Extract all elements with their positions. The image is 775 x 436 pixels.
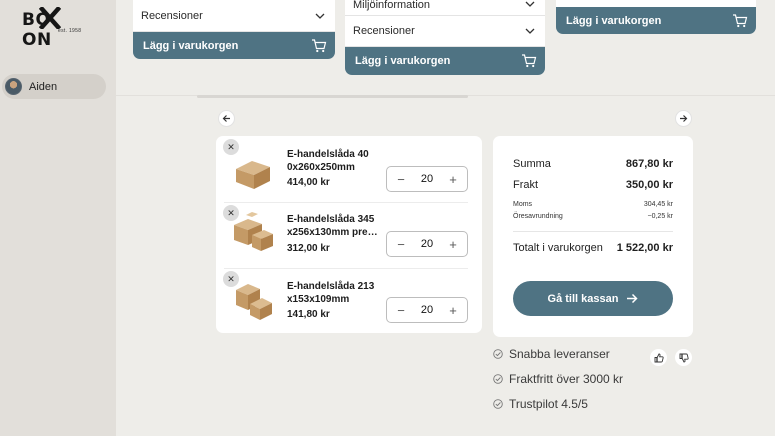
reviews-dropdown-label: Recensioner bbox=[141, 9, 203, 22]
order-summary-panel: Summa 867,80 kr Frakt 350,00 kr Moms 304… bbox=[493, 136, 693, 337]
quantity-value[interactable]: 20 bbox=[421, 304, 433, 316]
summary-vat-row: Moms 304,45 kr bbox=[513, 201, 673, 208]
total-value: 1 522,00 kr bbox=[616, 242, 673, 254]
usp-text: Trustpilot 4.5/5 bbox=[509, 397, 588, 411]
usp-item: Trustpilot 4.5/5 bbox=[493, 397, 588, 411]
cart-icon bbox=[733, 13, 748, 27]
cart-item: ✕ E-handelslåda 213 x153x109mm 141,80 kr… bbox=[216, 268, 482, 333]
summary-total-row: Totalt i varukorgen 1 522,00 kr bbox=[513, 242, 673, 254]
brand-logo[interactable]: BOON est. 1958 bbox=[22, 7, 86, 50]
usp-item: Fraktfritt över 3000 kr bbox=[493, 372, 623, 386]
product-image bbox=[236, 161, 270, 189]
thumbs-up-button[interactable] bbox=[650, 349, 667, 366]
check-circle-icon bbox=[493, 374, 503, 384]
summary-subtotal-row: Summa 867,80 kr bbox=[513, 158, 673, 170]
chevron-down-icon bbox=[525, 28, 535, 34]
add-to-cart-label: Lägg i varukorgen bbox=[355, 55, 451, 67]
rounding-value: −0,25 kr bbox=[647, 213, 674, 220]
environment-info-dropdown[interactable]: Miljöinformation bbox=[345, 0, 545, 16]
carousel-scrollbar[interactable] bbox=[197, 95, 468, 98]
product-image bbox=[234, 212, 273, 251]
carousel-next-button[interactable] bbox=[675, 110, 692, 127]
arrow-right-icon bbox=[627, 293, 639, 304]
thumbs-up-icon bbox=[654, 353, 664, 362]
product-card-3: Lägg i varukorgen bbox=[556, 0, 756, 34]
reviews-dropdown-label: Recensioner bbox=[353, 25, 415, 37]
chevron-down-icon bbox=[525, 1, 535, 7]
quantity-value[interactable]: 20 bbox=[421, 238, 433, 250]
item-name[interactable]: E-handelslåda 40 0x260x250mm bbox=[287, 149, 387, 174]
usp-text: Snabba leveranser bbox=[509, 347, 610, 361]
cart-item: ✕ E-handelslåda 40 0x260x250mm 414,00 kr… bbox=[216, 136, 482, 201]
item-price: 312,00 kr bbox=[287, 243, 330, 254]
shipping-label: Frakt bbox=[513, 179, 539, 191]
add-to-cart-button[interactable]: Lägg i varukorgen bbox=[133, 32, 335, 59]
cart-icon bbox=[312, 38, 327, 52]
vat-label: Moms bbox=[513, 201, 533, 208]
quantity-value[interactable]: 20 bbox=[421, 173, 433, 185]
increase-quantity-button[interactable]: + bbox=[447, 237, 459, 252]
item-price: 141,80 kr bbox=[287, 309, 330, 320]
avatar bbox=[5, 78, 22, 95]
user-profile[interactable]: Aiden bbox=[2, 74, 106, 99]
subtotal-value: 867,80 kr bbox=[625, 158, 673, 170]
add-to-cart-button[interactable]: Lägg i varukorgen bbox=[556, 7, 756, 34]
user-name: Aiden bbox=[29, 80, 58, 93]
thumbs-down-button[interactable] bbox=[675, 349, 692, 366]
decrease-quantity-button[interactable]: − bbox=[395, 237, 407, 252]
sidebar: BOON est. 1958 Aiden bbox=[0, 0, 116, 436]
usp-text: Fraktfritt över 3000 kr bbox=[509, 372, 624, 386]
item-name[interactable]: E-handelslåda 345 x256x130mm pre… bbox=[287, 214, 387, 239]
checkout-button[interactable]: Gå till kassan bbox=[513, 281, 673, 316]
increase-quantity-button[interactable]: + bbox=[447, 303, 459, 318]
product-card-1: Recensioner Lägg i varukorgen bbox=[133, 0, 335, 59]
thumbs-down-icon bbox=[679, 353, 689, 362]
shipping-value: 350,00 kr bbox=[625, 179, 673, 191]
increase-quantity-button[interactable]: + bbox=[447, 172, 459, 187]
rounding-label: Öresavrundning bbox=[513, 213, 563, 220]
decrease-quantity-button[interactable]: − bbox=[395, 303, 407, 318]
product-card-2: Miljöinformation Recensioner Lägg i varu… bbox=[345, 0, 545, 75]
vat-value: 304,45 kr bbox=[643, 201, 673, 208]
quantity-stepper[interactable]: − 20 + bbox=[386, 231, 468, 257]
summary-shipping-row: Frakt 350,00 kr bbox=[513, 179, 673, 191]
item-price: 414,00 kr bbox=[287, 177, 330, 188]
cart-icon bbox=[522, 54, 537, 68]
logo-tagline: est. 1958 bbox=[58, 28, 82, 34]
arrow-right-icon bbox=[680, 115, 688, 122]
quantity-stepper[interactable]: − 20 + bbox=[386, 166, 468, 192]
carousel-prev-button[interactable] bbox=[218, 110, 235, 127]
total-label: Totalt i varukorgen bbox=[513, 242, 603, 254]
environment-info-label: Miljöinformation bbox=[353, 0, 431, 11]
cart-items-panel: ✕ E-handelslåda 40 0x260x250mm 414,00 kr… bbox=[216, 136, 482, 333]
usp-item: Snabba leveranser bbox=[493, 347, 610, 361]
subtotal-label: Summa bbox=[513, 158, 551, 170]
check-circle-icon bbox=[493, 399, 503, 409]
reviews-dropdown[interactable]: Recensioner bbox=[133, 0, 335, 32]
reviews-dropdown[interactable]: Recensioner bbox=[345, 16, 545, 47]
check-circle-icon bbox=[493, 349, 503, 359]
checkout-label: Gå till kassan bbox=[547, 292, 619, 305]
arrow-left-icon bbox=[222, 115, 230, 122]
add-to-cart-button[interactable]: Lägg i varukorgen bbox=[345, 47, 545, 75]
add-to-cart-label: Lägg i varukorgen bbox=[566, 14, 662, 27]
summary-divider bbox=[513, 231, 673, 232]
item-name[interactable]: E-handelslåda 213 x153x109mm bbox=[287, 281, 387, 306]
chevron-down-icon bbox=[315, 13, 325, 19]
product-image bbox=[236, 284, 272, 320]
add-to-cart-label: Lägg i varukorgen bbox=[143, 39, 239, 52]
cart-item: ✕ E-handelslåda 345 x256x130mm pre… 312,… bbox=[216, 202, 482, 267]
decrease-quantity-button[interactable]: − bbox=[395, 172, 407, 187]
logo-x-icon bbox=[39, 7, 61, 29]
summary-rounding-row: Öresavrundning −0,25 kr bbox=[513, 213, 673, 220]
quantity-stepper[interactable]: − 20 + bbox=[386, 297, 468, 323]
